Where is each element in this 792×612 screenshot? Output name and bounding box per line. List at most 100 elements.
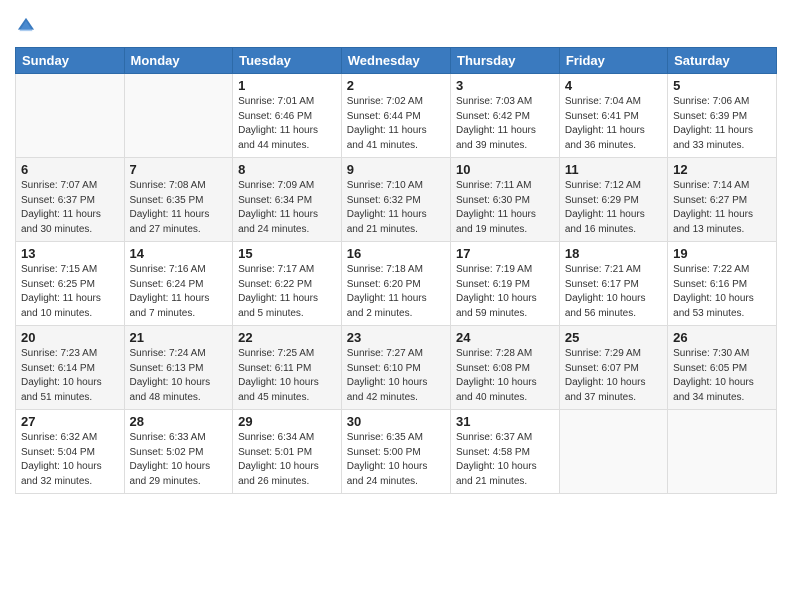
day-number: 5 — [673, 78, 771, 93]
day-number: 8 — [238, 162, 336, 177]
day-number: 11 — [565, 162, 662, 177]
calendar-day-cell: 12 Sunrise: 7:14 AM Sunset: 6:27 PM Dayli… — [668, 158, 777, 242]
day-info: Sunrise: 7:15 AM Sunset: 6:25 PM Dayligh… — [21, 263, 119, 321]
calendar-header-row: SundayMondayTuesdayWednesdayThursdayFrid… — [16, 48, 777, 74]
calendar-day-cell: 16 Sunrise: 7:18 AM Sunset: 6:20 PM Dayli… — [341, 242, 450, 326]
day-number: 10 — [456, 162, 554, 177]
day-info: Sunrise: 7:02 AM Sunset: 6:44 PM Dayligh… — [347, 95, 445, 153]
day-info: Sunrise: 7:03 AM Sunset: 6:42 PM Dayligh… — [456, 95, 554, 153]
calendar-day-cell: 22 Sunrise: 7:25 AM Sunset: 6:11 PM Dayli… — [233, 326, 342, 410]
col-header-sunday: Sunday — [16, 48, 125, 74]
day-number: 31 — [456, 414, 554, 429]
calendar-day-cell — [16, 74, 125, 158]
calendar-week-row: 20 Sunrise: 7:23 AM Sunset: 6:14 PM Dayli… — [16, 326, 777, 410]
calendar-day-cell: 31 Sunrise: 6:37 AM Sunset: 4:58 PM Dayli… — [451, 410, 560, 494]
calendar-day-cell: 2 Sunrise: 7:02 AM Sunset: 6:44 PM Daylig… — [341, 74, 450, 158]
day-info: Sunrise: 7:25 AM Sunset: 6:11 PM Dayligh… — [238, 347, 336, 405]
day-info: Sunrise: 7:22 AM Sunset: 6:16 PM Dayligh… — [673, 263, 771, 321]
day-number: 14 — [130, 246, 228, 261]
day-number: 15 — [238, 246, 336, 261]
page-header — [15, 15, 777, 37]
day-number: 7 — [130, 162, 228, 177]
calendar-day-cell: 13 Sunrise: 7:15 AM Sunset: 6:25 PM Dayli… — [16, 242, 125, 326]
day-number: 3 — [456, 78, 554, 93]
day-number: 27 — [21, 414, 119, 429]
logo — [15, 15, 41, 37]
day-info: Sunrise: 7:01 AM Sunset: 6:46 PM Dayligh… — [238, 95, 336, 153]
day-info: Sunrise: 7:17 AM Sunset: 6:22 PM Dayligh… — [238, 263, 336, 321]
day-number: 30 — [347, 414, 445, 429]
calendar-day-cell: 29Sunrise: 6:34 AM Sunset: 5:01 PM Dayli… — [233, 410, 342, 494]
calendar-day-cell: 15 Sunrise: 7:17 AM Sunset: 6:22 PM Dayli… — [233, 242, 342, 326]
calendar-week-row: 27 Sunrise: 6:32 AM Sunset: 5:04 PM Dayli… — [16, 410, 777, 494]
day-info: Sunrise: 6:35 AM Sunset: 5:00 PM Dayligh… — [347, 431, 445, 489]
day-info: Sunrise: 7:04 AM Sunset: 6:41 PM Dayligh… — [565, 95, 662, 153]
day-info: Sunrise: 7:29 AM Sunset: 6:07 PM Dayligh… — [565, 347, 662, 405]
calendar-day-cell: 9 Sunrise: 7:10 AM Sunset: 6:32 PM Daylig… — [341, 158, 450, 242]
day-info: Sunrise: 6:37 AM Sunset: 4:58 PM Dayligh… — [456, 431, 554, 489]
calendar-day-cell: 4 Sunrise: 7:04 AM Sunset: 6:41 PM Daylig… — [559, 74, 667, 158]
col-header-wednesday: Wednesday — [341, 48, 450, 74]
calendar-day-cell: 10Sunrise: 7:11 AM Sunset: 6:30 PM Dayli… — [451, 158, 560, 242]
day-number: 13 — [21, 246, 119, 261]
day-info: Sunrise: 7:28 AM Sunset: 6:08 PM Dayligh… — [456, 347, 554, 405]
day-info: Sunrise: 7:24 AM Sunset: 6:13 PM Dayligh… — [130, 347, 228, 405]
day-info: Sunrise: 7:12 AM Sunset: 6:29 PM Dayligh… — [565, 179, 662, 237]
calendar-day-cell: 27 Sunrise: 6:32 AM Sunset: 5:04 PM Dayli… — [16, 410, 125, 494]
calendar-day-cell: 18Sunrise: 7:21 AM Sunset: 6:17 PM Dayli… — [559, 242, 667, 326]
day-number: 12 — [673, 162, 771, 177]
calendar-table: SundayMondayTuesdayWednesdayThursdayFrid… — [15, 47, 777, 494]
day-number: 6 — [21, 162, 119, 177]
day-info: Sunrise: 6:33 AM Sunset: 5:02 PM Dayligh… — [130, 431, 228, 489]
day-info: Sunrise: 7:30 AM Sunset: 6:05 PM Dayligh… — [673, 347, 771, 405]
day-number: 20 — [21, 330, 119, 345]
calendar-day-cell — [124, 74, 233, 158]
calendar-day-cell: 7Sunrise: 7:08 AM Sunset: 6:35 PM Daylig… — [124, 158, 233, 242]
day-info: Sunrise: 7:06 AM Sunset: 6:39 PM Dayligh… — [673, 95, 771, 153]
calendar-day-cell: 8 Sunrise: 7:09 AM Sunset: 6:34 PM Daylig… — [233, 158, 342, 242]
col-header-friday: Friday — [559, 48, 667, 74]
day-info: Sunrise: 7:14 AM Sunset: 6:27 PM Dayligh… — [673, 179, 771, 237]
calendar-week-row: 13 Sunrise: 7:15 AM Sunset: 6:25 PM Dayli… — [16, 242, 777, 326]
day-info: Sunrise: 7:23 AM Sunset: 6:14 PM Dayligh… — [21, 347, 119, 405]
day-number: 26 — [673, 330, 771, 345]
day-number: 23 — [347, 330, 445, 345]
calendar-day-cell — [559, 410, 667, 494]
day-info: Sunrise: 7:18 AM Sunset: 6:20 PM Dayligh… — [347, 263, 445, 321]
calendar-day-cell: 5 Sunrise: 7:06 AM Sunset: 6:39 PM Daylig… — [668, 74, 777, 158]
day-info: Sunrise: 7:07 AM Sunset: 6:37 PM Dayligh… — [21, 179, 119, 237]
calendar-day-cell: 11 Sunrise: 7:12 AM Sunset: 6:29 PM Dayli… — [559, 158, 667, 242]
logo-icon — [15, 15, 37, 37]
day-number: 9 — [347, 162, 445, 177]
calendar-week-row: 1Sunrise: 7:01 AM Sunset: 6:46 PM Daylig… — [16, 74, 777, 158]
day-number: 29 — [238, 414, 336, 429]
day-number: 4 — [565, 78, 662, 93]
day-info: Sunrise: 7:10 AM Sunset: 6:32 PM Dayligh… — [347, 179, 445, 237]
day-number: 17 — [456, 246, 554, 261]
calendar-week-row: 6 Sunrise: 7:07 AM Sunset: 6:37 PM Daylig… — [16, 158, 777, 242]
day-info: Sunrise: 7:19 AM Sunset: 6:19 PM Dayligh… — [456, 263, 554, 321]
calendar-day-cell: 19 Sunrise: 7:22 AM Sunset: 6:16 PM Dayli… — [668, 242, 777, 326]
calendar-day-cell: 6 Sunrise: 7:07 AM Sunset: 6:37 PM Daylig… — [16, 158, 125, 242]
day-number: 24 — [456, 330, 554, 345]
day-number: 22 — [238, 330, 336, 345]
day-number: 16 — [347, 246, 445, 261]
calendar-day-cell: 26 Sunrise: 7:30 AM Sunset: 6:05 PM Dayli… — [668, 326, 777, 410]
day-number: 28 — [130, 414, 228, 429]
day-number: 2 — [347, 78, 445, 93]
calendar-day-cell: 14Sunrise: 7:16 AM Sunset: 6:24 PM Dayli… — [124, 242, 233, 326]
calendar-day-cell: 3 Sunrise: 7:03 AM Sunset: 6:42 PM Daylig… — [451, 74, 560, 158]
day-number: 21 — [130, 330, 228, 345]
calendar-day-cell: 24 Sunrise: 7:28 AM Sunset: 6:08 PM Dayli… — [451, 326, 560, 410]
calendar-day-cell: 25Sunrise: 7:29 AM Sunset: 6:07 PM Dayli… — [559, 326, 667, 410]
col-header-thursday: Thursday — [451, 48, 560, 74]
calendar-day-cell: 30 Sunrise: 6:35 AM Sunset: 5:00 PM Dayli… — [341, 410, 450, 494]
day-info: Sunrise: 6:32 AM Sunset: 5:04 PM Dayligh… — [21, 431, 119, 489]
col-header-tuesday: Tuesday — [233, 48, 342, 74]
calendar-day-cell: 21 Sunrise: 7:24 AM Sunset: 6:13 PM Dayli… — [124, 326, 233, 410]
day-number: 19 — [673, 246, 771, 261]
calendar-day-cell: 28 Sunrise: 6:33 AM Sunset: 5:02 PM Dayli… — [124, 410, 233, 494]
day-info: Sunrise: 7:09 AM Sunset: 6:34 PM Dayligh… — [238, 179, 336, 237]
col-header-saturday: Saturday — [668, 48, 777, 74]
calendar-day-cell: 20 Sunrise: 7:23 AM Sunset: 6:14 PM Dayli… — [16, 326, 125, 410]
